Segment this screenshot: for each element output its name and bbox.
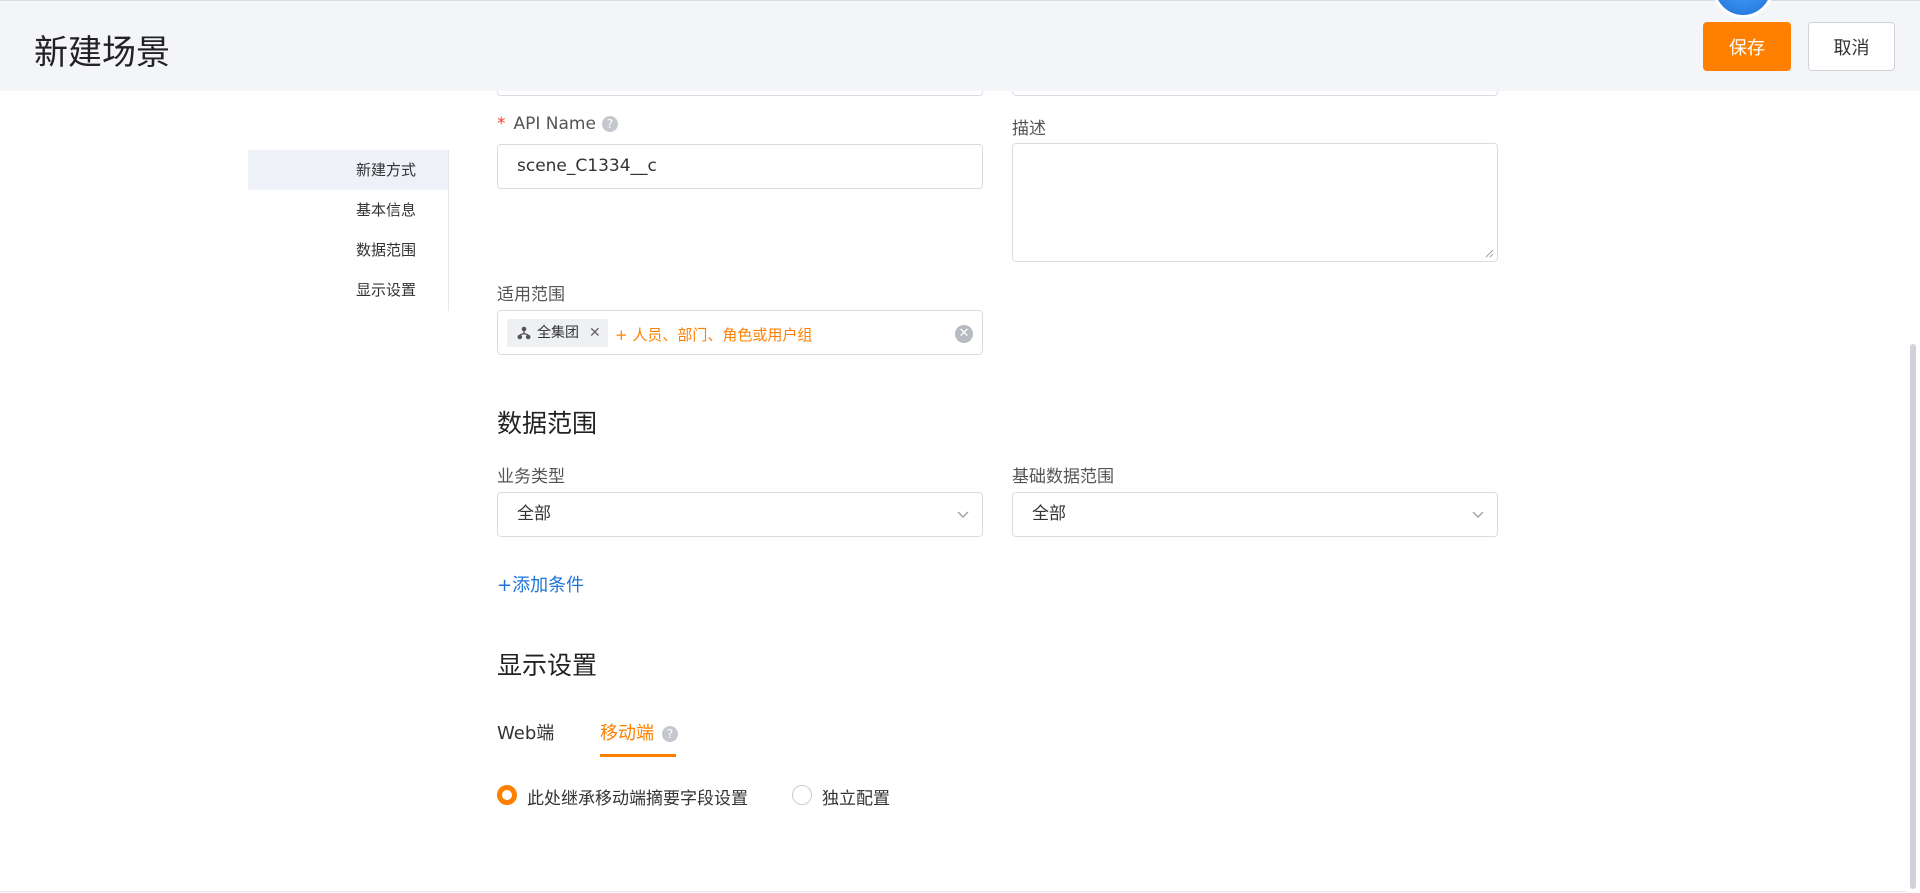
anchor-item-basic-info[interactable]: 基本信息 xyxy=(248,190,448,230)
base-range-label: 基础数据范围 xyxy=(1012,467,1114,487)
tab-web[interactable]: Web端 xyxy=(497,719,554,745)
help-icon[interactable]: ? xyxy=(601,116,618,132)
api-name-input[interactable]: scene_C1334__c xyxy=(497,144,983,189)
anchor-item-display-settings[interactable]: 显示设置 xyxy=(248,270,448,310)
data-range-section-title: 数据范围 xyxy=(497,409,598,438)
add-condition-link[interactable]: +添加条件 xyxy=(497,571,584,597)
close-icon[interactable]: ✕ xyxy=(589,319,601,347)
description-textarea[interactable] xyxy=(1012,143,1498,262)
radio-independent-config[interactable] xyxy=(792,785,812,805)
description-label: 描述 xyxy=(1012,119,1046,139)
radio-inherit-mobile-label[interactable]: 此处继承移动端摘要字段设置 xyxy=(527,784,748,809)
business-type-label: 业务类型 xyxy=(497,467,565,487)
chevron-down-icon xyxy=(1472,511,1484,518)
add-people-link[interactable]: + 人员、部门、角色或用户组 xyxy=(615,324,812,345)
business-type-select[interactable]: 全部 xyxy=(497,492,983,537)
radio-inherit-mobile[interactable] xyxy=(497,785,517,805)
resize-grip-icon[interactable] xyxy=(1484,248,1494,258)
anchor-nav: 新建方式 基本信息 数据范围 显示设置 xyxy=(248,150,449,311)
scope-selector[interactable]: 全集团 ✕ + 人员、部门、角色或用户组 ✕ xyxy=(497,310,983,355)
tab-mobile-label: 移动端 xyxy=(600,723,654,744)
clear-icon[interactable]: ✕ xyxy=(955,325,973,343)
divider xyxy=(0,891,1906,892)
org-tree-icon xyxy=(517,326,531,340)
tab-mobile[interactable]: 移动端? xyxy=(600,719,678,745)
scope-tag-label: 全集团 xyxy=(537,325,579,341)
save-button[interactable]: 保存 xyxy=(1703,22,1791,71)
business-type-value: 全部 xyxy=(517,504,551,524)
chevron-down-icon xyxy=(957,511,969,518)
anchor-item-data-range[interactable]: 数据范围 xyxy=(248,230,448,270)
anchor-item-create-mode[interactable]: 新建方式 xyxy=(248,150,448,190)
page-title: 新建场景 xyxy=(34,33,170,73)
api-name-label-row: * API Name? xyxy=(497,114,618,134)
cancel-button[interactable]: 取消 xyxy=(1808,22,1895,71)
base-range-select[interactable]: 全部 xyxy=(1012,492,1498,537)
display-settings-section-title: 显示设置 xyxy=(497,651,598,680)
page-header: 新建场景 保存 取消 xyxy=(0,0,1920,91)
scene-editor-page: 新建场景 保存 取消 新建方式 基本信息 数据范围 显示设置 * API Name… xyxy=(0,0,1920,893)
required-mark: * xyxy=(497,114,506,134)
help-icon[interactable]: ? xyxy=(662,726,678,742)
scope-label: 适用范围 xyxy=(497,285,565,305)
api-name-label: API Name xyxy=(513,114,596,134)
active-tab-indicator xyxy=(600,754,676,757)
radio-independent-config-label[interactable]: 独立配置 xyxy=(822,784,890,809)
base-range-value: 全部 xyxy=(1032,504,1066,524)
scrollbar-thumb[interactable] xyxy=(1910,344,1916,889)
scope-tag: 全集团 ✕ xyxy=(507,319,608,347)
